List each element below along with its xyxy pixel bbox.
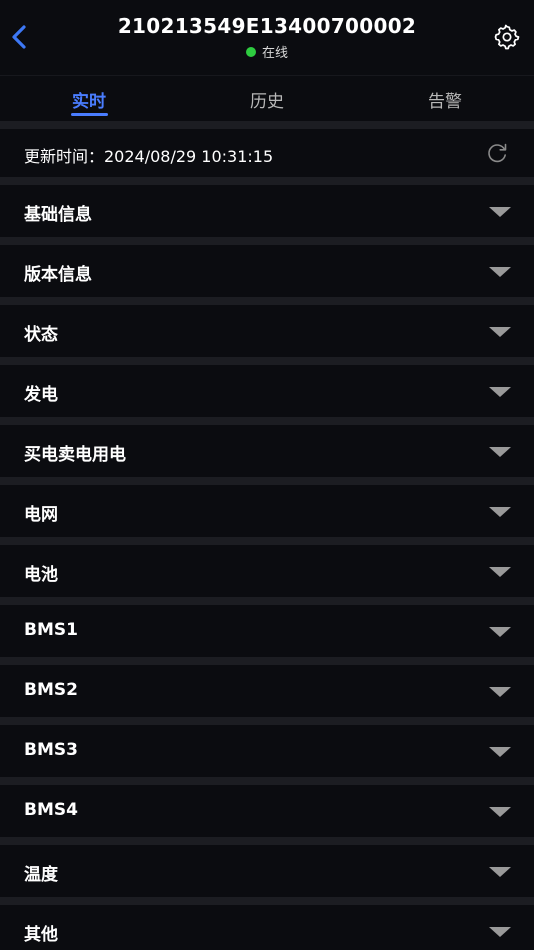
- section-row[interactable]: 状态: [0, 305, 534, 357]
- chevron-down-icon: [489, 747, 511, 757]
- chevron-down-icon: [489, 807, 511, 817]
- section-label: 电池: [24, 565, 58, 585]
- chevron-down-icon: [489, 447, 511, 457]
- section-row[interactable]: 买电卖电用电: [0, 425, 534, 477]
- section-label: 电网: [24, 505, 58, 525]
- chevron-down-icon: [489, 327, 511, 337]
- section-row[interactable]: BMS2: [0, 665, 534, 717]
- update-time-label: 更新时间：2024/08/29 10:31:15: [24, 147, 274, 166]
- section-label: 买电卖电用电: [24, 445, 126, 465]
- gear-icon: [494, 24, 520, 50]
- chevron-down-icon: [489, 687, 511, 697]
- tab-alarms[interactable]: 告警: [385, 76, 505, 122]
- chevron-left-icon: [12, 25, 26, 49]
- section-label: BMS4: [24, 800, 78, 820]
- device-serial-title: 210213549E13400700002: [117, 14, 417, 38]
- section-row[interactable]: 电网: [0, 485, 534, 537]
- tab-bar: 实时 历史 告警: [0, 75, 534, 121]
- tab-history[interactable]: 历史: [207, 76, 327, 122]
- active-tab-indicator: [71, 113, 108, 116]
- section-row[interactable]: 版本信息: [0, 245, 534, 297]
- status-dot-icon: [245, 46, 256, 57]
- section-label: 温度: [24, 865, 58, 885]
- update-time-row: 更新时间：2024/08/29 10:31:15: [0, 129, 534, 177]
- chevron-down-icon: [489, 387, 511, 397]
- section-row[interactable]: 其他: [0, 905, 534, 950]
- chevron-down-icon: [489, 207, 511, 217]
- section-label: 版本信息: [24, 265, 92, 285]
- online-status: 在线: [60, 42, 474, 61]
- top-app-bar: 210213549E13400700002 在线: [0, 0, 534, 75]
- section-list: 基础信息版本信息状态发电买电卖电用电 电网电池 BMS1 BMS2 BMS3 BMS4 温度…: [0, 185, 534, 950]
- chevron-down-icon: [489, 267, 511, 277]
- chevron-down-icon: [489, 627, 511, 637]
- section-label: BMS1: [24, 620, 78, 640]
- section-label: 其他: [24, 925, 58, 945]
- online-status-label: 在线: [261, 46, 288, 61]
- refresh-button[interactable]: [484, 140, 510, 166]
- section-row[interactable]: 基础信息: [0, 185, 534, 237]
- section-row[interactable]: BMS1: [0, 605, 534, 657]
- section-row[interactable]: 温度: [0, 845, 534, 897]
- title-block: 210213549E13400700002 在线: [60, 14, 474, 61]
- device-detail-screen: 210213549E13400700002 在线 实时 历史 告警 更新时间：2…: [0, 0, 534, 950]
- section-label: BMS2: [24, 680, 78, 700]
- settings-button[interactable]: [492, 22, 522, 52]
- chevron-down-icon: [489, 507, 511, 517]
- section-row[interactable]: 发电: [0, 365, 534, 417]
- section-label: BMS3: [24, 740, 78, 760]
- section-row[interactable]: 电池: [0, 545, 534, 597]
- section-label: 发电: [24, 385, 58, 405]
- section-row[interactable]: BMS3: [0, 725, 534, 777]
- chevron-down-icon: [489, 867, 511, 877]
- chevron-down-icon: [489, 927, 511, 937]
- section-label: 基础信息: [24, 205, 92, 225]
- back-button[interactable]: [4, 20, 34, 54]
- section-label: 状态: [24, 325, 58, 345]
- chevron-down-icon: [489, 567, 511, 577]
- refresh-icon: [488, 143, 507, 163]
- section-row[interactable]: BMS4: [0, 785, 534, 837]
